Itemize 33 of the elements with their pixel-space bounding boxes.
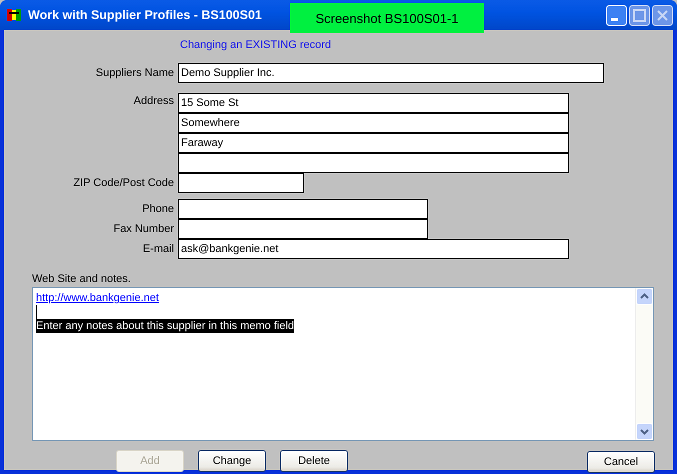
input-field[interactable] (178, 153, 569, 173)
website-link[interactable]: http://www.bankgenie.net (36, 292, 159, 304)
delete-button[interactable]: Delete (280, 450, 348, 472)
field-label: Suppliers Name (96, 67, 174, 79)
input-field[interactable] (178, 219, 428, 239)
field-label: E-mail (142, 243, 174, 255)
close-button[interactable] (652, 4, 673, 26)
cancel-button[interactable]: Cancel (587, 451, 655, 473)
scroll-up-icon[interactable] (636, 288, 653, 305)
notes-label: Web Site and notes. (32, 273, 132, 285)
scrollbar[interactable] (635, 288, 653, 440)
minimize-button[interactable] (606, 4, 627, 26)
input-field[interactable]: Demo Supplier Inc. (178, 63, 604, 83)
notes-memo-field[interactable]: http://www.bankgenie.net Enter any notes about this supplier in this memo field (32, 287, 654, 441)
input-field[interactable]: Somewhere (178, 113, 569, 133)
screenshot-badge: Screenshot BS100S01-1 (290, 3, 484, 33)
text-cursor (36, 305, 37, 319)
app-icon (6, 7, 22, 23)
field-label: Phone (142, 203, 174, 215)
selected-note-text: Enter any notes about this supplier in this memo field (36, 319, 294, 333)
status-message: Changing an EXISTING record (180, 38, 332, 53)
field-label: Address (134, 95, 174, 107)
input-field[interactable]: 15 Some St (178, 93, 569, 113)
input-field[interactable]: ask@bankgenie.net (178, 239, 569, 259)
input-field[interactable] (178, 199, 428, 219)
maximize-button[interactable] (629, 4, 650, 26)
input-field[interactable] (178, 173, 304, 193)
field-label: ZIP Code/Post Code (73, 177, 174, 189)
scroll-down-icon[interactable] (636, 423, 653, 440)
field-label: Fax Number (113, 223, 174, 235)
window-title: Work with Supplier Profiles - BS100S01 (28, 8, 262, 22)
change-button[interactable]: Change (198, 450, 266, 472)
input-field[interactable]: Faraway (178, 133, 569, 153)
